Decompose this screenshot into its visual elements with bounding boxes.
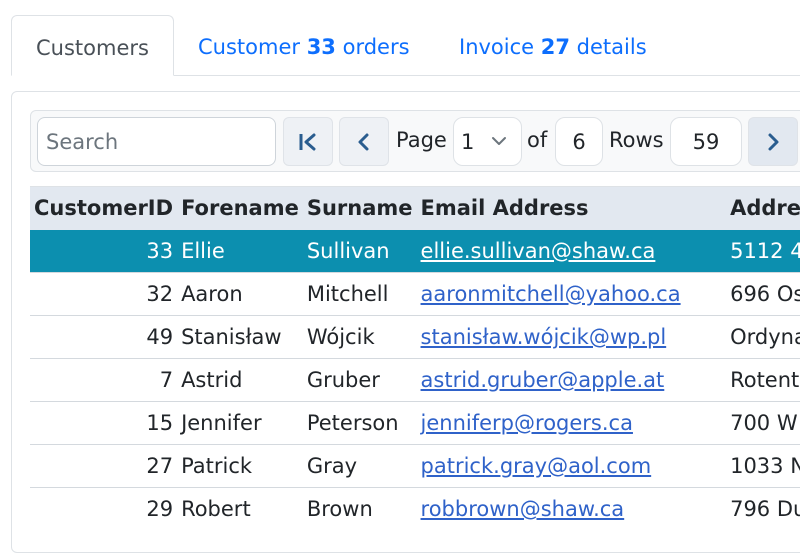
cell-forename: Jennifer xyxy=(177,401,303,445)
tab-customers-label: Customers xyxy=(36,36,149,60)
email-link[interactable]: robbrown@shaw.ca xyxy=(421,497,625,521)
cell-surname: Sullivan xyxy=(302,229,417,273)
cell-customer-id: 7 xyxy=(30,358,178,402)
table-row[interactable]: 32 Aaron Mitchell aaronmitchell@yahoo.ca 696… xyxy=(30,272,800,316)
cell-address: 1033 N xyxy=(726,444,800,488)
email-link[interactable]: stanisław.wójcik@wp.pl xyxy=(421,325,667,349)
cell-address: Ordynac xyxy=(726,315,800,359)
email-link[interactable]: patrick.gray@aol.com xyxy=(421,454,652,478)
previous-page-button[interactable] xyxy=(339,117,389,166)
rows-count: 59 xyxy=(670,117,742,166)
email-link[interactable]: jenniferp@rogers.ca xyxy=(421,411,633,435)
customers-table: CustomerID Forename Surname Email Addres… xyxy=(30,186,800,526)
cell-surname: Gray xyxy=(302,444,417,488)
tab-customer-number: 33 xyxy=(306,35,336,59)
chevron-right-icon xyxy=(768,133,779,150)
cell-surname: Mitchell xyxy=(302,272,417,316)
chevron-left-icon xyxy=(358,133,369,150)
cell-forename: Aaron xyxy=(177,272,303,316)
tab-label-suffix: details xyxy=(570,35,647,59)
cell-customer-id: 33 xyxy=(30,229,178,273)
first-page-button[interactable] xyxy=(283,117,333,166)
cell-surname: Brown xyxy=(302,487,417,526)
column-header-surname[interactable]: Surname xyxy=(303,187,417,230)
rows-label: Rows xyxy=(609,128,664,152)
cell-forename: Robert xyxy=(177,487,303,526)
search-input[interactable] xyxy=(37,117,276,166)
tab-customers[interactable]: Customers xyxy=(11,15,174,76)
page-select[interactable]: 1 xyxy=(453,117,522,166)
tab-invoice-details[interactable]: Invoice 27 details xyxy=(435,15,671,75)
tab-bar: Customers Customer 33 orders Invoice 27 … xyxy=(11,15,800,76)
cell-email: patrick.gray@aol.com xyxy=(416,444,727,488)
customers-table-container: CustomerID Forename Surname Email Addres… xyxy=(30,186,800,526)
cell-email: ellie.sullivan@shaw.ca xyxy=(416,229,727,273)
cell-customer-id: 29 xyxy=(30,487,178,526)
page-label: Page xyxy=(396,128,447,152)
column-header-forename[interactable]: Forename xyxy=(177,187,303,230)
cell-address: 696 Osb xyxy=(726,272,800,316)
page-count: 6 xyxy=(555,117,603,166)
cell-address: Rotentu xyxy=(726,358,800,402)
cell-email: stanisław.wójcik@wp.pl xyxy=(416,315,727,359)
cell-customer-id: 27 xyxy=(30,444,178,488)
cell-surname: Peterson xyxy=(302,401,417,445)
cell-surname: Wójcik xyxy=(302,315,417,359)
chevron-down-icon xyxy=(492,137,506,145)
email-link[interactable]: aaronmitchell@yahoo.ca xyxy=(421,282,681,306)
cell-email: aaronmitchell@yahoo.ca xyxy=(416,272,727,316)
page-select-value: 1 xyxy=(461,130,475,154)
cell-address: 700 W P xyxy=(726,401,800,445)
table-row[interactable]: 7 Astrid Gruber astrid.gruber@apple.at Roten… xyxy=(30,358,800,402)
tab-label-prefix: Invoice xyxy=(459,35,541,59)
table-header-row: CustomerID Forename Surname Email Addres… xyxy=(30,186,800,230)
column-header-email[interactable]: Email Address xyxy=(417,187,727,230)
tab-invoice-number: 27 xyxy=(540,35,570,59)
cell-email: astrid.gruber@apple.at xyxy=(416,358,727,402)
cell-forename: Ellie xyxy=(177,229,303,273)
cell-customer-id: 15 xyxy=(30,401,178,445)
cell-customer-id: 49 xyxy=(30,315,178,359)
email-link[interactable]: astrid.gruber@apple.at xyxy=(421,368,665,392)
column-header-customer-id[interactable]: CustomerID xyxy=(30,187,177,230)
cell-email: robbrown@shaw.ca xyxy=(416,487,727,526)
table-row[interactable]: 29RobertBrownrobbrown@shaw.ca 796 Dur xyxy=(30,487,800,526)
column-header-address[interactable]: Address xyxy=(726,187,800,230)
of-label: of xyxy=(527,128,548,152)
cell-forename: Astrid xyxy=(177,358,303,402)
cell-email: jenniferp@rogers.ca xyxy=(416,401,727,445)
table-row[interactable]: 49 Stanisław Wójcik stanisław.wójcik@wp.pl O… xyxy=(30,315,800,359)
cell-address: 796 Dur xyxy=(726,487,800,526)
cell-forename: Patrick xyxy=(177,444,303,488)
cell-address: 5112 48 xyxy=(726,229,800,273)
email-link[interactable]: ellie.sullivan@shaw.ca xyxy=(421,239,656,263)
table-row[interactable]: 15 Jennifer Peterson jenniferp@rogers.ca 700… xyxy=(30,401,800,445)
next-page-button[interactable] xyxy=(748,117,798,166)
table-row[interactable]: 33 Ellie Sullivan ellie.sullivan@shaw.ca 511… xyxy=(30,229,800,273)
tab-customer-orders[interactable]: Customer 33 orders xyxy=(174,15,434,75)
tab-label-prefix: Customer xyxy=(198,35,307,59)
cell-customer-id: 32 xyxy=(30,272,178,316)
cell-surname: Gruber xyxy=(302,358,417,402)
table-row[interactable]: 27 Patrick Gray patrick.gray@aol.com 1033 N xyxy=(30,444,800,488)
cell-forename: Stanisław xyxy=(177,315,303,359)
first-page-icon xyxy=(299,133,316,150)
tab-label-suffix: orders xyxy=(335,35,410,59)
